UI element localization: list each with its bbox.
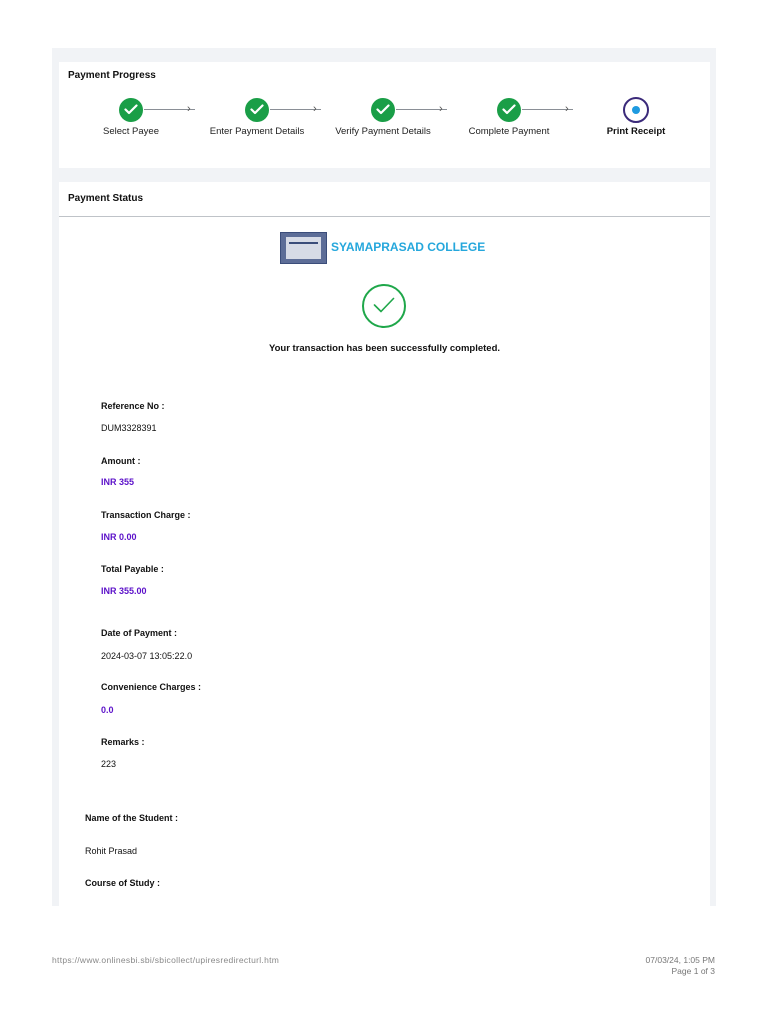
footer-datetime: 07/03/24, 1:05 PM xyxy=(645,955,715,965)
step-enter-payment-details-check-icon xyxy=(245,98,269,122)
chevron-right-icon: › xyxy=(439,103,443,115)
chevron-right-icon: › xyxy=(565,103,569,115)
transaction-charge-label: Transaction Charge : xyxy=(101,510,191,520)
amount-value: INR 355 xyxy=(101,477,135,487)
college-name: SYAMAPRASAD COLLEGE xyxy=(331,240,486,254)
convenience-charges-label: Convenience Charges : xyxy=(101,682,202,692)
check-circle-icon xyxy=(362,284,406,328)
date-of-payment-label: Date of Payment : xyxy=(101,628,178,638)
step-enter-payment-details-label: Enter Payment Details xyxy=(209,126,305,137)
remarks-label: Remarks : xyxy=(101,737,145,747)
total-payable-value: INR 355.00 xyxy=(101,586,147,596)
success-message: Your transaction has been successfully c… xyxy=(268,343,501,354)
step-verify-payment-details-label: Verify Payment Details xyxy=(335,126,431,137)
chevron-right-icon: › xyxy=(313,103,317,115)
payment-status-card: Payment Status SYAMAPRASAD COLLEGE Your … xyxy=(59,182,710,906)
remarks-value: 223 xyxy=(101,759,117,769)
college-logo xyxy=(280,232,327,264)
reference-no-value: DUM3328391 xyxy=(101,423,157,433)
divider xyxy=(59,216,710,217)
step-print-receipt-label: Print Receipt xyxy=(606,126,666,137)
footer-page-number: Page 1 of 3 xyxy=(671,966,715,976)
student-name-label: Name of the Student : xyxy=(85,813,179,823)
footer-url: https://www.onlinesbi.sbi/sbicollect/upi… xyxy=(52,955,280,965)
step-complete-payment-check-icon xyxy=(497,98,521,122)
date-of-payment-value: 2024-03-07 13:05:22.0 xyxy=(101,651,193,661)
step-select-payee-label: Select Payee xyxy=(103,126,159,137)
payment-status-title: Payment Status xyxy=(68,193,144,204)
step-select-payee-check-icon xyxy=(119,98,143,122)
step-print-receipt-current-icon xyxy=(623,97,649,123)
course-of-study-label: Course of Study : xyxy=(85,878,161,888)
payment-progress-card: Payment Progress › › › › Select Payee En… xyxy=(59,62,710,168)
reference-no-label: Reference No : xyxy=(101,401,165,411)
current-step-dot xyxy=(632,106,640,114)
chevron-right-icon: › xyxy=(187,103,191,115)
student-name-value: Rohit Prasad xyxy=(85,846,138,856)
total-payable-label: Total Payable : xyxy=(101,564,164,574)
progress-stepper: › › › › Select Payee Enter Payment Detai… xyxy=(59,62,710,168)
transaction-charge-value: INR 0.00 xyxy=(101,532,137,542)
step-complete-payment-label: Complete Payment xyxy=(468,126,550,137)
step-verify-payment-details-check-icon xyxy=(371,98,395,122)
amount-label: Amount : xyxy=(101,456,141,466)
convenience-charges-value: 0.0 xyxy=(101,705,114,715)
page-sheet: Payment Progress › › › › Select Payee En… xyxy=(52,48,716,906)
